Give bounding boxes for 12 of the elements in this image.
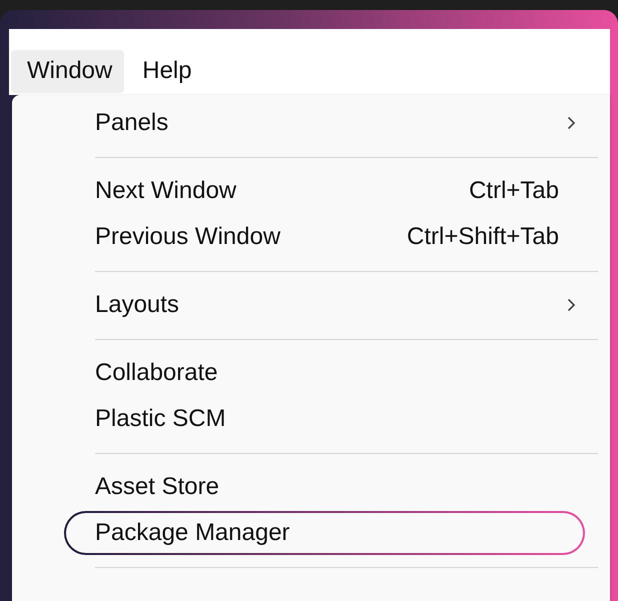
shortcut-label: Ctrl+Tab xyxy=(468,177,559,205)
menu-item[interactable]: Package Manager xyxy=(64,511,585,555)
menu-item[interactable]: Asset Store xyxy=(64,465,585,509)
menu-item[interactable]: Collaborate xyxy=(64,351,585,395)
menubar-item[interactable]: Window xyxy=(11,50,124,93)
menu-item[interactable]: Plastic SCM xyxy=(64,397,585,441)
menu-item[interactable]: Layouts xyxy=(64,283,585,327)
menubar-item[interactable]: Help xyxy=(126,50,204,93)
menu-item[interactable]: Previous Window Ctrl+Shift+Tab xyxy=(64,215,585,259)
menu-item[interactable]: Panels xyxy=(64,101,585,145)
shortcut-label: Ctrl+Shift+Tab xyxy=(406,223,559,251)
menu-item[interactable]: Next Window Ctrl+Tab xyxy=(64,169,585,213)
